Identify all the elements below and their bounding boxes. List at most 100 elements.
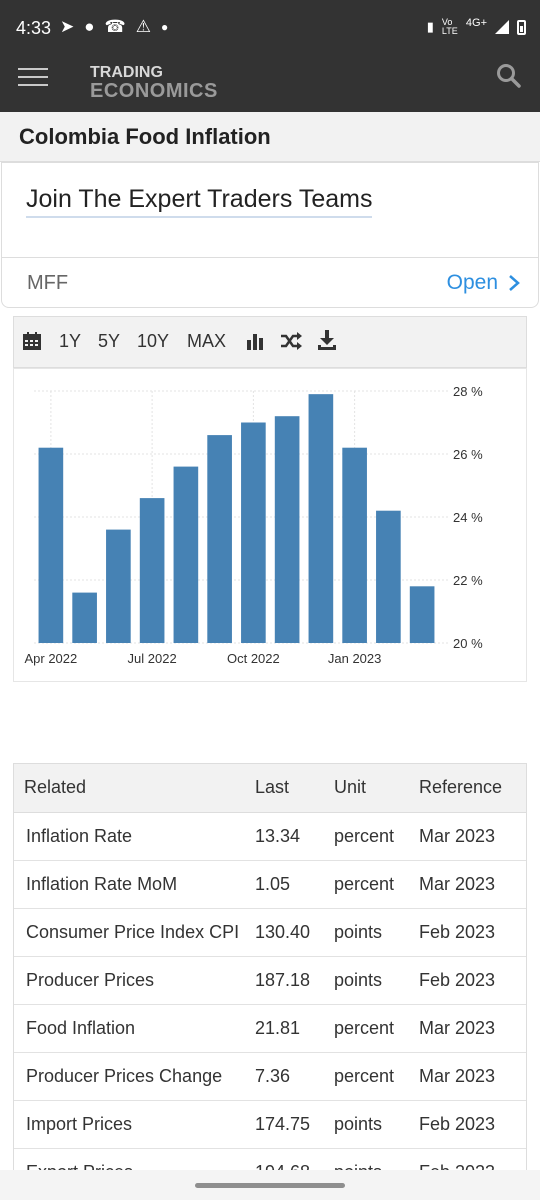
table-row[interactable]: Producer Prices Change 7.36 percent Mar …: [14, 1052, 526, 1101]
volte-icon: Vo LTE: [441, 17, 458, 36]
header-unit: Unit: [334, 764, 419, 813]
x-tick-label: Jul 2022: [128, 651, 177, 666]
ad-open-button[interactable]: Open: [447, 271, 520, 295]
food-inflation-chart: 20 % 22 % 24 % 26 % 28 % Apr 2022 Jul 2022 Oct …: [24, 384, 483, 666]
logo-line2: ECONOMICS: [90, 80, 218, 102]
y-tick-label: 24 %: [453, 510, 483, 525]
table-row[interactable]: Import Prices 174.75 points Feb 2023: [14, 1100, 526, 1149]
range-5y-button[interactable]: 5Y: [98, 331, 120, 352]
last-value: 7.36: [255, 1052, 334, 1101]
table-header-row: Related Last Unit Reference: [14, 764, 526, 813]
menu-icon[interactable]: [18, 68, 48, 88]
header-related: Related: [14, 764, 255, 813]
chart-container: 20 % 22 % 24 % 26 % 28 % Apr 2022 Jul 2022 Oct …: [13, 368, 527, 682]
table-row[interactable]: Producer Prices 187.18 points Feb 2023: [14, 956, 526, 1005]
dot-icon: ●: [160, 20, 169, 34]
header-last: Last: [255, 764, 334, 813]
unit-value: percent: [334, 1052, 419, 1101]
last-value: 174.75: [255, 1100, 334, 1149]
x-tick-label: Oct 2022: [227, 651, 280, 666]
signal-icon: [495, 20, 509, 34]
chart-bar: [376, 510, 401, 643]
x-tick-label: Jan 2023: [328, 651, 382, 666]
chart-bar: [106, 529, 131, 643]
x-tick-label: Apr 2022: [24, 651, 77, 666]
related-link[interactable]: Consumer Price Index CPI: [26, 922, 239, 942]
status-bar: 4:33 ➤ ● ☎ ⚠ ● ▮ Vo LTE 4G+: [0, 0, 540, 58]
reference-value: Mar 2023: [419, 1052, 526, 1101]
related-link[interactable]: Producer Prices: [26, 970, 154, 990]
related-table: Related Last Unit Reference Inflation Ra…: [13, 763, 527, 1198]
chart-bar: [409, 586, 435, 643]
reference-value: Feb 2023: [419, 956, 526, 1005]
chart-bar: [38, 447, 64, 643]
reference-value: Mar 2023: [419, 1004, 526, 1053]
battery-icon: [517, 19, 526, 35]
table-row[interactable]: Inflation Rate MoM 1.05 percent Mar 2023: [14, 860, 526, 909]
chart-bar: [308, 394, 334, 643]
related-link[interactable]: Producer Prices Change: [26, 1066, 222, 1086]
vibrate-icon: ▮: [426, 19, 434, 34]
page-title: Colombia Food Inflation: [19, 124, 271, 149]
table-row[interactable]: Inflation Rate 13.34 percent Mar 2023: [14, 812, 526, 861]
chart-bar: [139, 498, 165, 643]
last-value: 187.18: [255, 956, 334, 1005]
network-label: 4G+: [465, 17, 487, 29]
alert-icon: ⚠: [135, 17, 151, 36]
unit-value: percent: [334, 812, 419, 861]
unit-value: percent: [334, 1004, 419, 1053]
related-link[interactable]: Import Prices: [26, 1114, 132, 1134]
logo-line1: TRADING: [90, 64, 163, 81]
ad-card[interactable]: Join The Expert Traders Teams MFF Open: [1, 162, 539, 308]
calendar-icon[interactable]: [22, 331, 42, 356]
chart-bar: [274, 416, 300, 643]
download-icon[interactable]: [318, 330, 336, 355]
reference-value: Feb 2023: [419, 1100, 526, 1149]
ad-open-label: Open: [446, 271, 498, 294]
ad-headline[interactable]: Join The Expert Traders Teams: [26, 185, 373, 218]
shuffle-icon[interactable]: [280, 332, 302, 355]
related-name: Producer Prices Change: [14, 1052, 255, 1101]
range-1y-button[interactable]: 1Y: [59, 331, 81, 352]
related-name: Consumer Price Index CPI: [14, 908, 255, 957]
unit-value: points: [334, 908, 419, 957]
chevron-right-icon: [509, 275, 520, 291]
last-value: 21.81: [255, 1004, 334, 1053]
notification-icons: ➤ ● ☎ ⚠ ●: [60, 17, 168, 37]
chart-toolbar: 1Y 5Y 10Y MAX: [13, 316, 527, 368]
gesture-handle[interactable]: [195, 1183, 345, 1188]
app-header: TRADING ECONOMICS: [0, 58, 540, 112]
system-nav-bar: [0, 1170, 540, 1200]
telegram-icon: ➤: [60, 17, 75, 36]
y-tick-label: 20 %: [453, 636, 483, 651]
table-row[interactable]: Food Inflation 21.81 percent Mar 2023: [14, 1004, 526, 1053]
last-value: 130.40: [255, 908, 334, 957]
last-value: 13.34: [255, 812, 334, 861]
range-max-button[interactable]: MAX: [187, 331, 226, 352]
related-link[interactable]: Food Inflation: [26, 1018, 135, 1038]
logo[interactable]: TRADING ECONOMICS: [90, 64, 218, 102]
related-link[interactable]: Inflation Rate MoM: [26, 874, 177, 894]
page-title-bar: Colombia Food Inflation: [0, 112, 540, 162]
reference-value: Mar 2023: [419, 812, 526, 861]
related-link[interactable]: Inflation Rate: [26, 826, 132, 846]
chart-bar: [207, 435, 232, 643]
reference-value: Mar 2023: [419, 860, 526, 909]
ad-divider: [2, 257, 538, 258]
bar-chart-icon[interactable]: [246, 332, 264, 355]
related-name: Food Inflation: [14, 1004, 255, 1053]
status-time: 4:33: [16, 18, 52, 38]
chart-bar: [342, 447, 367, 643]
search-icon[interactable]: [496, 63, 522, 89]
header-reference: Reference: [419, 764, 526, 813]
unit-value: points: [334, 1100, 419, 1149]
system-icons: ▮ Vo LTE 4G+: [426, 17, 526, 36]
unit-value: points: [334, 956, 419, 1005]
range-10y-button[interactable]: 10Y: [137, 331, 169, 352]
related-name: Inflation Rate: [14, 812, 255, 861]
related-name: Producer Prices: [14, 956, 255, 1005]
chart-bar: [241, 422, 266, 643]
table-row[interactable]: Consumer Price Index CPI 130.40 points F…: [14, 908, 526, 957]
reference-value: Feb 2023: [419, 908, 526, 957]
chat-icon: ●: [84, 17, 95, 36]
